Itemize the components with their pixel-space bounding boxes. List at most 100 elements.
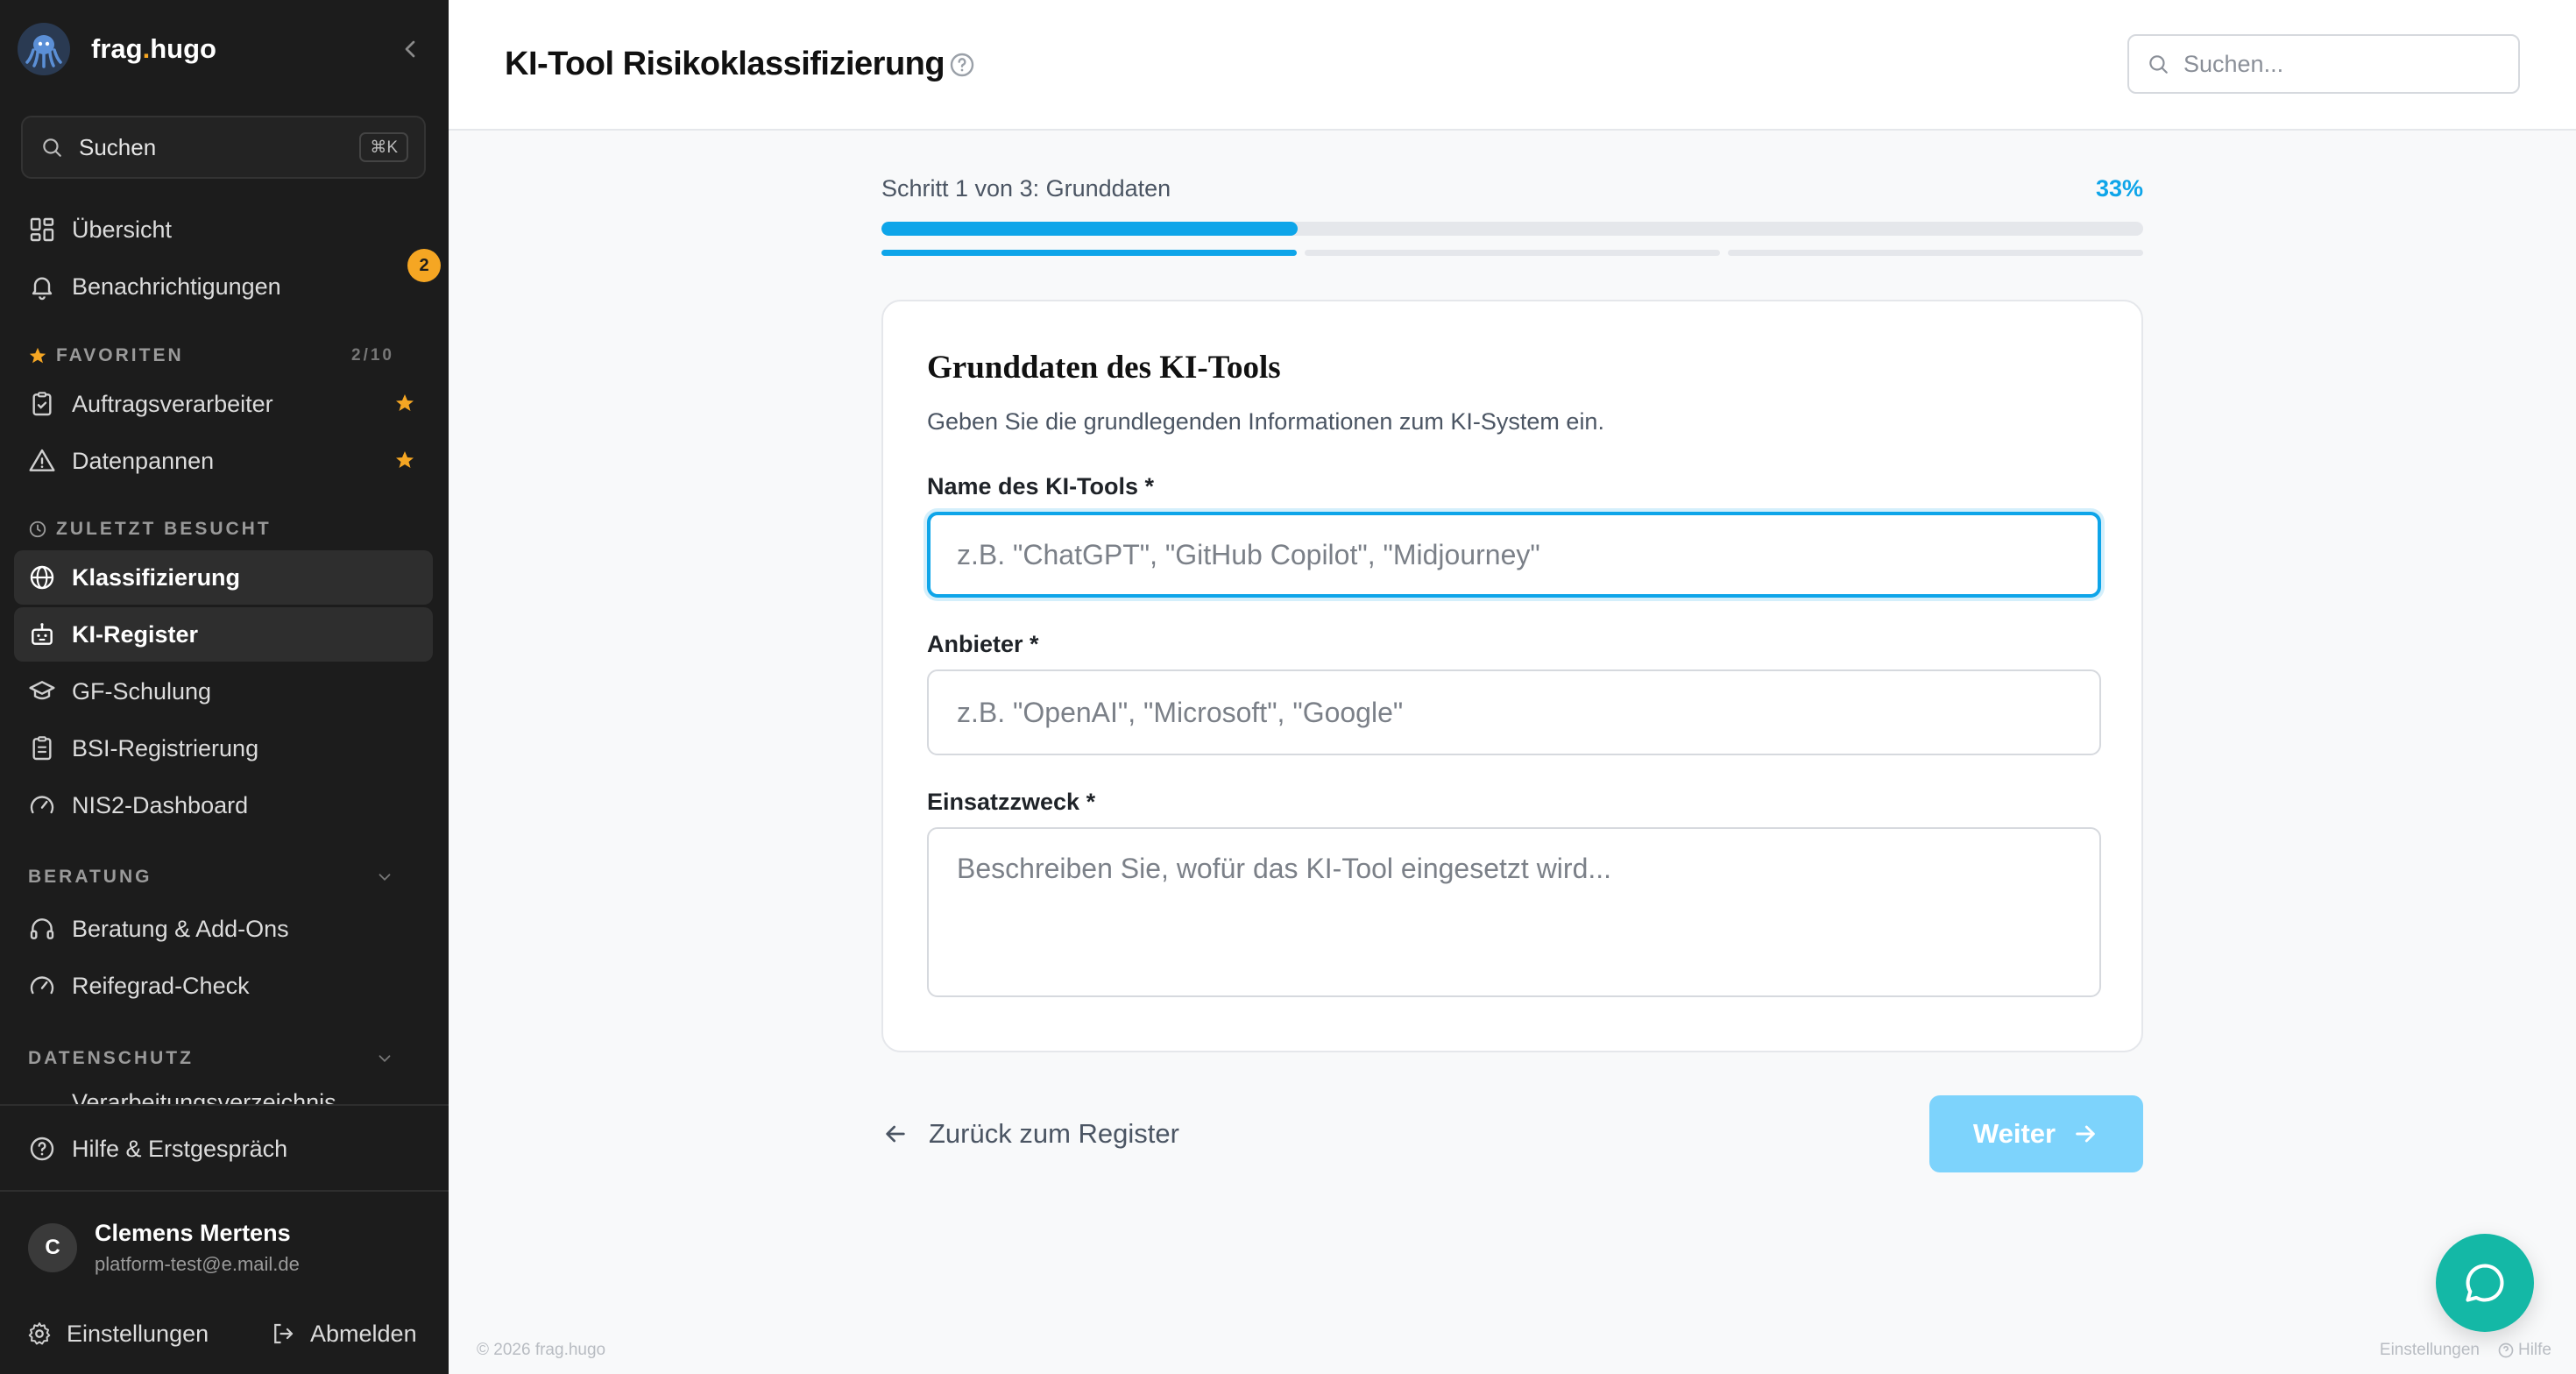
chevron-left-icon[interactable] xyxy=(396,35,424,63)
chat-bubble-icon xyxy=(2462,1260,2508,1306)
chevron-down-icon xyxy=(375,1049,394,1068)
search-input[interactable] xyxy=(2183,50,2499,78)
footer-help-link[interactable]: Hilfe xyxy=(2497,1341,2551,1360)
copyright: © 2026 frag.hugo xyxy=(477,1341,606,1359)
sidebar-item-bsi-registrierung[interactable]: BSI-Registrierung xyxy=(14,721,433,776)
bell-icon xyxy=(28,273,56,301)
help-circle-icon xyxy=(28,1135,56,1163)
gauge-icon xyxy=(28,791,56,819)
user-name: Clemens Mertens xyxy=(95,1220,291,1246)
step-indicator-3 xyxy=(1728,250,2143,256)
octopus-logo-icon xyxy=(18,23,70,75)
sidebar-item-reifegrad-check[interactable]: Reifegrad-Check xyxy=(14,959,433,1013)
next-button[interactable]: Weiter xyxy=(1929,1095,2143,1172)
provider-input[interactable] xyxy=(927,669,2101,755)
search-icon xyxy=(40,136,63,159)
section-favorites: FAVORITEN 2/10 xyxy=(28,343,422,369)
sidebar-item-label: Hilfe & Erstgespräch xyxy=(72,1135,288,1162)
top-header: KI-Tool Risikoklassifizierung xyxy=(449,0,2576,131)
sidebar-item-ki-register[interactable]: KI-Register xyxy=(14,607,433,662)
clock-icon xyxy=(28,520,47,539)
sidebar-item-notifications[interactable]: Benachrichtigungen xyxy=(14,259,433,314)
gauge-icon xyxy=(28,972,56,1000)
purpose-textarea[interactable] xyxy=(927,827,2101,997)
help-circle-icon[interactable] xyxy=(948,51,976,79)
logout-icon xyxy=(270,1321,296,1347)
logout-button[interactable]: Abmelden xyxy=(270,1316,417,1351)
keyboard-shortcut: ⌘K xyxy=(359,132,408,162)
next-label: Weiter xyxy=(1972,1118,2056,1149)
star-icon xyxy=(28,346,47,365)
settings-button[interactable]: Einstellungen xyxy=(26,1316,209,1351)
section-recent: ZULETZT BESUCHT xyxy=(28,516,272,542)
sidebar-item-datenpannen[interactable]: Datenpannen xyxy=(14,434,433,488)
gear-icon xyxy=(26,1321,53,1347)
user-email: platform-test@e.mail.de xyxy=(95,1253,300,1275)
sidebar-item-auftragsverarbeiter[interactable]: Auftragsverarbeiter xyxy=(14,377,433,431)
sidebar: frag.hugo Suchen ⌘K Übersicht Benachrich… xyxy=(0,0,449,1374)
sidebar-item-nis2-dashboard[interactable]: NIS2-Dashboard xyxy=(14,778,433,832)
sidebar-item-beratung-addons[interactable]: Beratung & Add-Ons xyxy=(14,902,433,956)
footer-help-label: Hilfe xyxy=(2517,1341,2551,1359)
footer-links: Einstellungen Hilfe xyxy=(2380,1341,2551,1360)
settings-label: Einstellungen xyxy=(67,1320,209,1347)
header-search[interactable] xyxy=(2127,34,2520,94)
sidebar-item-label: BSI-Registrierung xyxy=(72,734,259,761)
avatar[interactable]: C xyxy=(28,1223,77,1272)
favorites-count: 2/10 xyxy=(351,346,394,365)
section-favorites-label: FAVORITEN xyxy=(56,345,184,365)
chevron-down-icon xyxy=(375,868,394,887)
sidebar-item-gf-schulung[interactable]: GF-Schulung xyxy=(14,664,433,719)
progress-bar-fill xyxy=(881,222,1299,236)
form-title: Grunddaten des KI-Tools xyxy=(927,350,1281,386)
globe-icon xyxy=(28,563,56,591)
progress-bar xyxy=(881,222,2143,236)
sidebar-item-label: Übersicht xyxy=(72,216,173,243)
headset-icon xyxy=(28,915,56,943)
step-indicator-2 xyxy=(1305,250,1720,256)
search-icon xyxy=(2147,53,2169,75)
robot-icon xyxy=(28,620,56,648)
form-subtitle: Geben Sie die grundlegenden Informatione… xyxy=(927,408,1604,435)
sidebar-item-label: NIS2-Dashboard xyxy=(72,791,249,818)
sidebar-item-help[interactable]: Hilfe & Erstgespräch xyxy=(14,1122,433,1176)
sidebar-item-klassifizierung[interactable]: Klassifizierung xyxy=(14,550,433,605)
form-card: Grunddaten des KI-Tools Geben Sie die gr… xyxy=(881,300,2143,1052)
brand-name: frag.hugo xyxy=(91,33,216,64)
purpose-label: Einsatzzweck * xyxy=(927,789,1096,815)
notification-badge: 2 xyxy=(407,249,441,282)
sidebar-item-label: Auftragsverarbeiter xyxy=(72,390,273,417)
grid-icon xyxy=(28,216,56,244)
favorite-star-icon[interactable] xyxy=(394,393,415,414)
logout-label: Abmelden xyxy=(310,1320,417,1347)
divider xyxy=(0,1190,449,1192)
sidebar-search-label: Suchen xyxy=(79,133,157,160)
favorite-star-icon[interactable] xyxy=(394,450,415,471)
sidebar-item-label: Beratung & Add-Ons xyxy=(72,915,289,942)
section-recent-label: ZULETZT BESUCHT xyxy=(56,519,272,539)
tool-name-input[interactable] xyxy=(927,512,2101,598)
step-indicator-1 xyxy=(881,250,1297,256)
arrow-left-icon xyxy=(881,1120,909,1148)
section-datenschutz[interactable]: DATENSCHUTZ xyxy=(28,1045,422,1072)
sidebar-item-label: Benachrichtigungen xyxy=(72,273,281,300)
sidebar-item-label: Klassifizierung xyxy=(72,563,241,591)
sidebar-item-label: Reifegrad-Check xyxy=(72,972,250,999)
sidebar-item-overview[interactable]: Übersicht xyxy=(14,202,433,257)
section-beratung[interactable]: BERATUNG xyxy=(28,864,422,890)
warning-triangle-icon xyxy=(28,447,56,475)
name-label: Name des KI-Tools * xyxy=(927,473,1155,499)
sidebar-item-label: Verarbeitungsverzeichnis xyxy=(72,1089,336,1104)
sidebar-item-verarbeitungsverzeichnis[interactable]: Verarbeitungsverzeichnis xyxy=(28,1087,440,1104)
clipboard-check-icon xyxy=(28,390,56,418)
progress-percent: 33% xyxy=(2095,175,2143,202)
chat-button[interactable] xyxy=(2436,1234,2534,1332)
sidebar-item-label: Datenpannen xyxy=(72,447,215,474)
brand[interactable]: frag.hugo xyxy=(18,19,429,79)
help-circle-icon xyxy=(2497,1342,2515,1359)
graduation-cap-icon xyxy=(28,677,56,705)
sidebar-search[interactable]: Suchen ⌘K xyxy=(21,116,426,179)
footer-settings-link[interactable]: Einstellungen xyxy=(2380,1341,2480,1360)
section-datenschutz-label: DATENSCHUTZ xyxy=(28,1048,194,1068)
back-to-register-link[interactable]: Zurück zum Register xyxy=(881,1115,1179,1153)
